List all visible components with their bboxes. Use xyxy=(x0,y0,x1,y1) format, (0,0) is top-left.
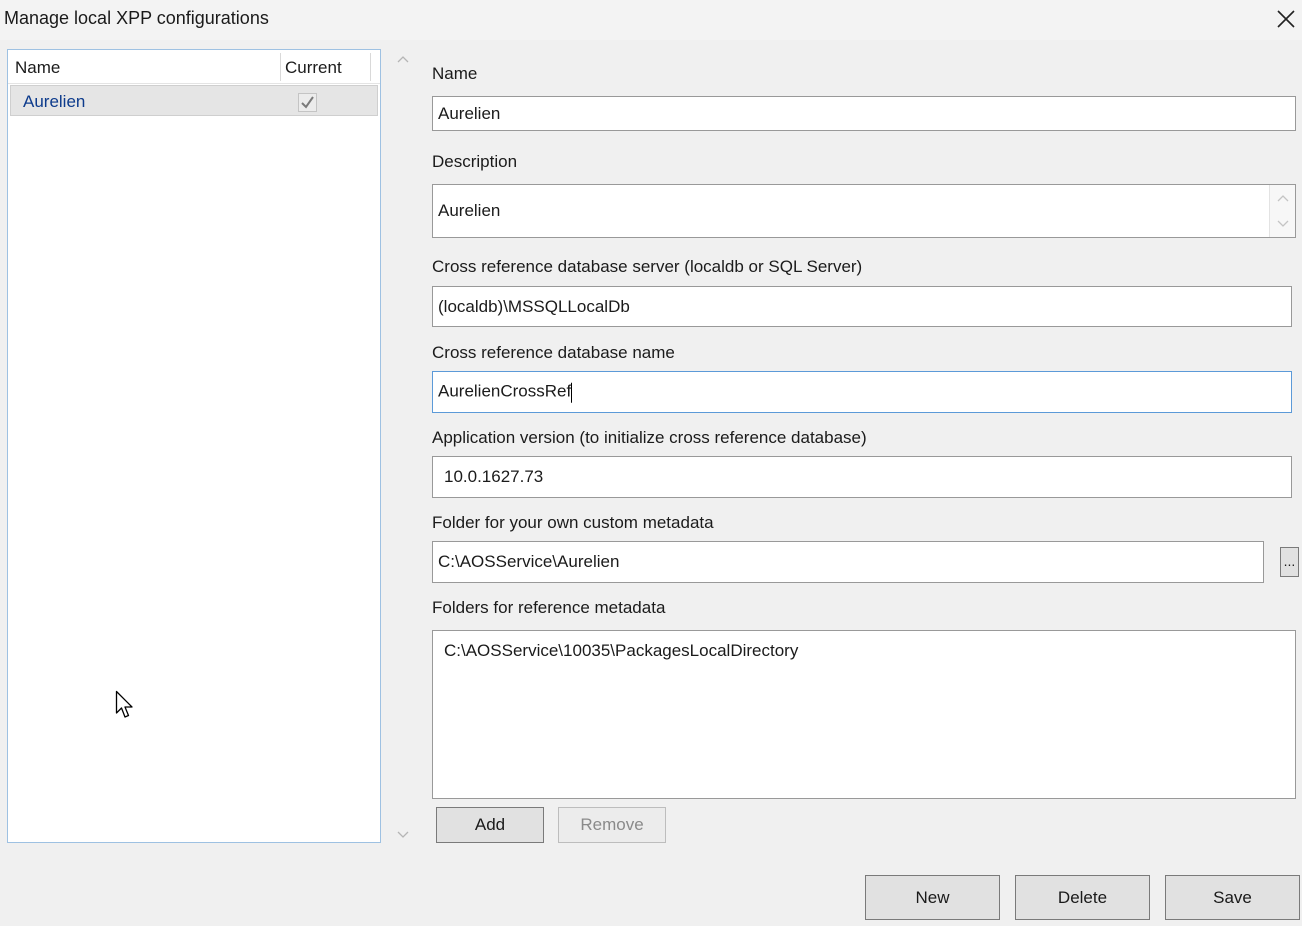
list-item[interactable]: Aurelien xyxy=(10,85,378,116)
chevron-up-icon[interactable] xyxy=(396,54,410,64)
delete-button[interactable]: Delete xyxy=(1015,875,1150,920)
list-item[interactable]: C:\AOSService\10035\PackagesLocalDirecto… xyxy=(444,641,798,661)
name-value: Aurelien xyxy=(438,103,501,123)
name-label: Name xyxy=(432,64,478,83)
new-button-label: New xyxy=(915,887,950,907)
xref-db-label: Cross reference database name xyxy=(432,343,675,362)
configurations-list[interactable]: Name Current Aurelien xyxy=(7,49,381,843)
mouse-pointer-icon xyxy=(115,690,133,718)
name-field[interactable]: Aurelien xyxy=(432,96,1296,131)
remove-button[interactable]: Remove xyxy=(558,807,666,843)
list-header: Name Current xyxy=(8,50,380,84)
app-version-field[interactable]: 10.0.1627.73 xyxy=(432,456,1292,498)
delete-button-label: Delete xyxy=(1057,887,1108,907)
xref-server-field[interactable]: (localdb)\MSSQLLocalDb xyxy=(432,286,1292,327)
add-button[interactable]: Add xyxy=(436,807,544,843)
save-button[interactable]: Save xyxy=(1165,875,1300,920)
app-version-value: 10.0.1627.73 xyxy=(444,467,544,486)
ref-folders-list[interactable]: C:\AOSService\10035\PackagesLocalDirecto… xyxy=(432,630,1296,799)
description-value: Aurelien xyxy=(438,201,501,220)
new-button[interactable]: New xyxy=(865,875,1000,920)
column-divider[interactable] xyxy=(280,53,281,81)
xref-server-label: Cross reference database server (localdb… xyxy=(432,257,863,276)
description-scrollbar[interactable] xyxy=(1269,185,1295,237)
list-item-name: Aurelien xyxy=(23,92,86,111)
remove-button-label: Remove xyxy=(580,815,644,834)
xref-db-field[interactable]: AurelienCrossRef xyxy=(432,371,1292,413)
text-caret xyxy=(571,382,573,403)
custom-folder-label: Folder for your own custom metadata xyxy=(432,513,714,532)
browse-button[interactable]: ... xyxy=(1280,547,1299,577)
close-icon xyxy=(1277,10,1295,28)
chevron-down-icon[interactable] xyxy=(1276,219,1290,229)
column-divider[interactable] xyxy=(370,53,371,81)
chevron-down-icon[interactable] xyxy=(396,830,410,840)
description-field[interactable]: Aurelien xyxy=(432,184,1296,238)
window-title: Manage local XPP configurations xyxy=(4,8,269,28)
app-version-label: Application version (to initialize cross… xyxy=(432,428,867,447)
xref-db-value: AurelienCrossRef xyxy=(438,381,572,401)
current-checkbox[interactable] xyxy=(298,93,317,112)
column-header-current[interactable]: Current xyxy=(285,58,342,78)
checkmark-icon xyxy=(301,96,314,109)
description-label: Description xyxy=(432,152,518,171)
column-header-name[interactable]: Name xyxy=(15,58,60,78)
xref-server-value: (localdb)\MSSQLLocalDb xyxy=(438,296,630,316)
custom-folder-field[interactable]: C:\AOSService\Aurelien xyxy=(432,541,1264,583)
save-button-label: Save xyxy=(1213,887,1252,907)
close-button[interactable] xyxy=(1268,2,1302,36)
title-bar: Manage local XPP configurations xyxy=(0,0,1302,40)
custom-folder-value: C:\AOSService\Aurelien xyxy=(438,552,620,571)
add-button-label: Add xyxy=(474,815,506,834)
chevron-up-icon[interactable] xyxy=(1276,193,1290,203)
ref-folders-label: Folders for reference metadata xyxy=(432,598,666,617)
